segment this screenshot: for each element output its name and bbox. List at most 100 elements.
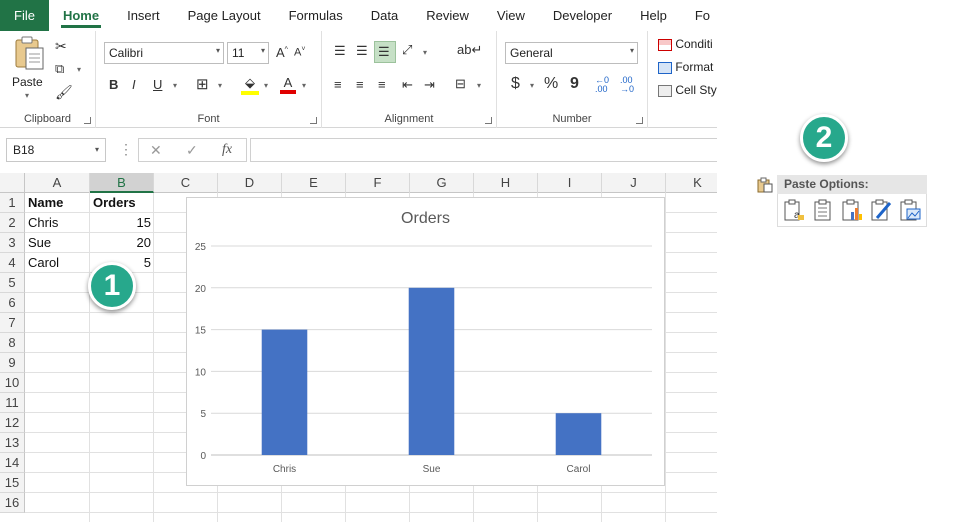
currency-button[interactable]: $: [511, 76, 520, 92]
row-header-16[interactable]: 16: [0, 493, 25, 513]
tab-formulas[interactable]: Formulas: [275, 0, 357, 31]
column-header-h[interactable]: H: [474, 173, 538, 193]
row-header-6[interactable]: 6: [0, 293, 25, 313]
dialog-launcher-icon[interactable]: [310, 117, 317, 124]
insert-function-button[interactable]: fx: [222, 142, 232, 158]
comma-style-button[interactable]: 9: [570, 76, 579, 92]
decrease-indent-icon[interactable]: ⇤: [402, 78, 413, 91]
bold-button[interactable]: B: [109, 78, 118, 91]
paste-picture-icon[interactable]: [898, 198, 922, 222]
name-box[interactable]: B18 ▾: [6, 138, 106, 162]
cancel-button[interactable]: ✕: [150, 142, 162, 159]
cell-a3[interactable]: Sue: [25, 233, 90, 253]
merge-center-icon[interactable]: ⊟: [455, 77, 466, 90]
more-options-icon[interactable]: ⋮: [119, 141, 133, 158]
chevron-down-icon[interactable]: ▾: [477, 81, 481, 90]
cell-b1[interactable]: Orders: [90, 193, 154, 213]
row-header-7[interactable]: 7: [0, 313, 25, 333]
dialog-launcher-icon[interactable]: [636, 117, 643, 124]
row-header-14[interactable]: 14: [0, 453, 25, 473]
wrap-text-icon[interactable]: ab↵: [457, 43, 482, 56]
bar-chris[interactable]: [261, 329, 308, 455]
font-name-select[interactable]: Calibri ▾: [104, 42, 224, 64]
column-header-i[interactable]: I: [538, 173, 602, 193]
font-size-select[interactable]: 11 ▾: [227, 42, 269, 64]
formula-input[interactable]: [250, 138, 717, 162]
row-header-5[interactable]: 5: [0, 273, 25, 293]
row-header-13[interactable]: 13: [0, 433, 25, 453]
paste-formatting-icon[interactable]: [869, 198, 893, 222]
chevron-down-icon[interactable]: ▾: [423, 48, 427, 57]
tab-review[interactable]: Review: [412, 0, 483, 31]
tab-help[interactable]: Help: [626, 0, 681, 31]
align-bottom-icon[interactable]: ☰: [374, 41, 396, 63]
chevron-down-icon[interactable]: ▾: [218, 81, 222, 90]
column-header-e[interactable]: E: [282, 173, 346, 193]
copy-icon[interactable]: ⧉: [55, 62, 64, 75]
dialog-launcher-icon[interactable]: [84, 117, 91, 124]
dialog-launcher-icon[interactable]: [485, 117, 492, 124]
cell-b2[interactable]: 15: [90, 213, 154, 233]
column-header-b[interactable]: B: [90, 173, 154, 193]
fill-color-icon[interactable]: ⬙: [241, 75, 259, 95]
paste-keep-text-icon[interactable]: a: [782, 198, 806, 222]
tab-home[interactable]: Home: [49, 0, 113, 31]
row-header-9[interactable]: 9: [0, 353, 25, 373]
decrease-decimal-icon[interactable]: .00 →0: [620, 76, 634, 94]
row-header-3[interactable]: 3: [0, 233, 25, 253]
column-header-c[interactable]: C: [154, 173, 218, 193]
chevron-down-icon[interactable]: ▾: [173, 81, 177, 90]
align-middle-icon[interactable]: ☰: [356, 44, 368, 57]
tab-data[interactable]: Data: [357, 0, 412, 31]
cell-a1[interactable]: Name: [25, 193, 90, 213]
enter-button[interactable]: ✓: [186, 142, 198, 159]
chevron-down-icon[interactable]: ▾: [264, 81, 268, 90]
cell-styles-button[interactable]: Cell Sty: [658, 83, 717, 97]
column-header-g[interactable]: G: [410, 173, 474, 193]
tab-file[interactable]: File: [0, 0, 49, 31]
select-all-corner[interactable]: [0, 173, 25, 193]
row-header-1[interactable]: 1: [0, 193, 25, 213]
number-format-select[interactable]: General ▾: [505, 42, 638, 64]
format-painter-icon[interactable]: 🖌: [55, 85, 73, 99]
row-header-8[interactable]: 8: [0, 333, 25, 353]
percent-button[interactable]: %: [544, 76, 558, 92]
chevron-down-icon[interactable]: ▾: [77, 65, 81, 74]
paste-button[interactable]: Paste ▾: [10, 35, 48, 100]
paste-icon[interactable]: [811, 198, 835, 222]
tab-insert[interactable]: Insert: [113, 0, 174, 31]
format-as-table-button[interactable]: Format: [658, 60, 713, 74]
tab-page-layout[interactable]: Page Layout: [174, 0, 275, 31]
align-left-icon[interactable]: ≡: [334, 78, 342, 91]
column-header-d[interactable]: D: [218, 173, 282, 193]
tab-format-truncated[interactable]: Fo: [681, 0, 717, 31]
cell-a4[interactable]: Carol: [25, 253, 90, 273]
borders-icon[interactable]: ⊞: [196, 77, 209, 92]
increase-decimal-icon[interactable]: ←0.00: [595, 76, 609, 94]
tab-developer[interactable]: Developer: [539, 0, 626, 31]
orders-chart[interactable]: Orders 0 5 10 15 20 25 Chris Sue Carol: [186, 197, 665, 486]
column-header-a[interactable]: A: [25, 173, 90, 193]
cut-icon[interactable]: ✂: [55, 39, 67, 53]
chevron-down-icon[interactable]: ▾: [302, 81, 306, 90]
cell-b3[interactable]: 20: [90, 233, 154, 253]
align-top-icon[interactable]: ☰: [334, 44, 346, 57]
align-center-icon[interactable]: ≡: [356, 78, 364, 91]
column-header-j[interactable]: J: [602, 173, 666, 193]
cell-a2[interactable]: Chris: [25, 213, 90, 233]
increase-indent-icon[interactable]: ⇥: [424, 78, 435, 91]
row-header-12[interactable]: 12: [0, 413, 25, 433]
increase-font-icon[interactable]: A^: [276, 46, 288, 59]
paste-chart-icon[interactable]: [840, 198, 864, 222]
align-right-icon[interactable]: ≡: [378, 78, 386, 91]
row-header-11[interactable]: 11: [0, 393, 25, 413]
column-header-k[interactable]: K: [666, 173, 717, 193]
chevron-down-icon[interactable]: ▾: [530, 81, 534, 90]
column-header-f[interactable]: F: [346, 173, 410, 193]
tab-view[interactable]: View: [483, 0, 539, 31]
orientation-icon[interactable]: ⤢: [402, 43, 412, 56]
row-header-15[interactable]: 15: [0, 473, 25, 493]
decrease-font-icon[interactable]: A˅: [294, 46, 305, 59]
row-header-10[interactable]: 10: [0, 373, 25, 393]
bar-sue[interactable]: [408, 287, 455, 455]
